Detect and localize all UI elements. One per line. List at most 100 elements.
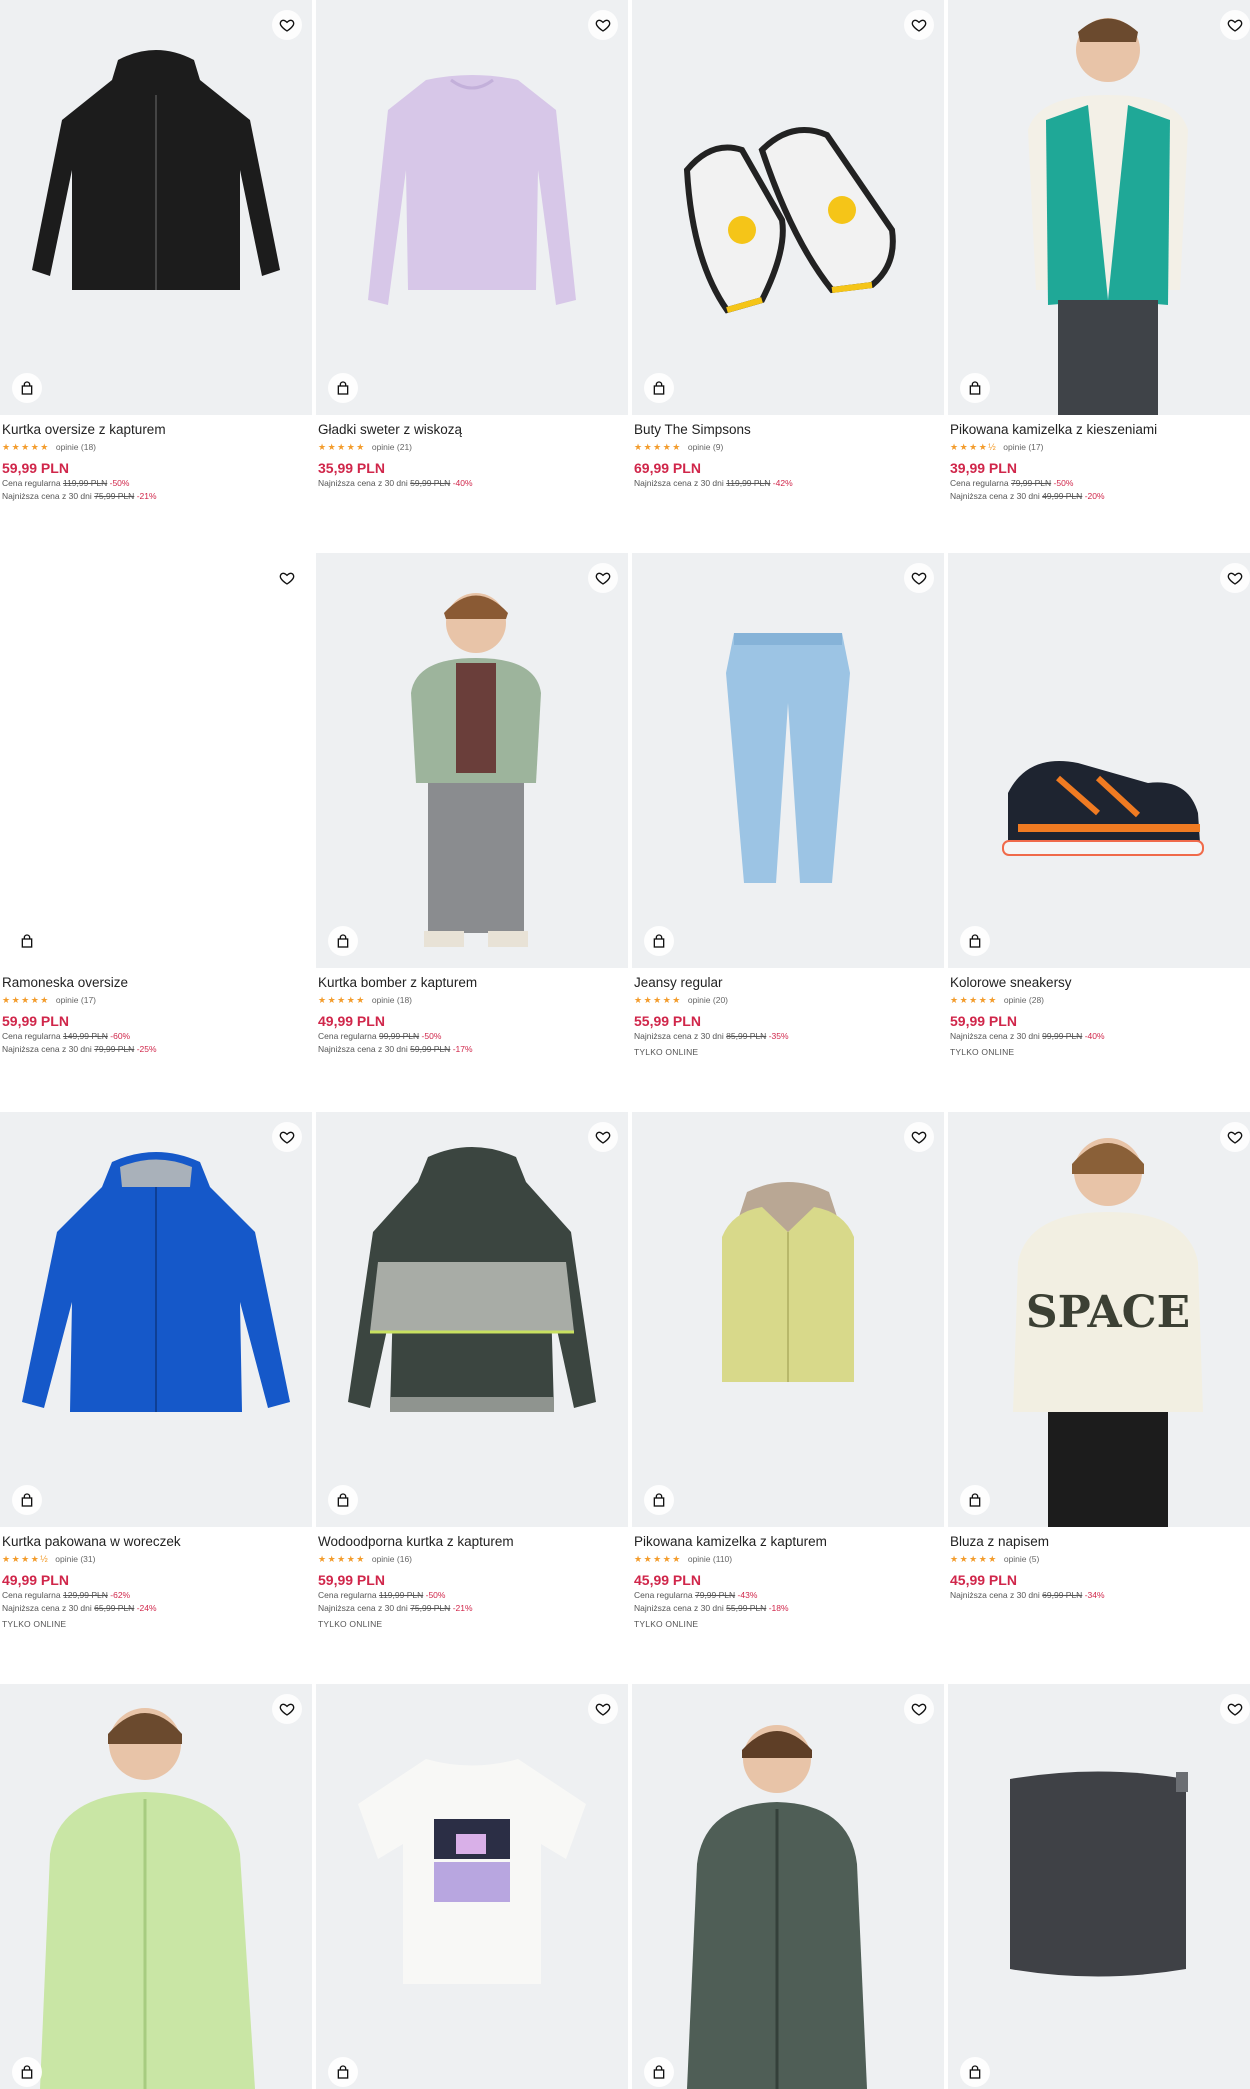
product-name[interactable]: Pikowana kamizelka z kapturem [634,1533,942,1551]
product-name[interactable]: Bluza z napisem [950,1533,1250,1551]
product-card[interactable] [316,1684,628,2089]
product-rating: ★★★★★ opinie (21) [318,440,626,454]
add-to-cart-bag-icon[interactable] [960,926,990,956]
wishlist-heart-icon[interactable] [1220,10,1250,40]
product-image[interactable] [316,0,628,415]
product-card[interactable]: Kurtka oversize z kapturem ★★★★★ opinie (… [0,0,312,503]
model-jacket-image [687,1725,867,2089]
wishlist-heart-icon[interactable] [904,1122,934,1152]
product-card[interactable]: Kolorowe sneakersy ★★★★★ opinie (28) 59,9… [948,553,1250,1058]
add-to-cart-bag-icon[interactable] [12,1485,42,1515]
sneakers-image [683,127,896,314]
product-card[interactable]: Jeansy regular ★★★★★ opinie (20) 55,99 PL… [632,553,944,1058]
product-image[interactable] [632,553,944,968]
review-count[interactable]: opinie (17) [56,993,96,1007]
product-image[interactable] [0,0,312,415]
add-to-cart-bag-icon[interactable] [328,373,358,403]
add-to-cart-bag-icon[interactable] [328,2057,358,2087]
add-to-cart-bag-icon[interactable] [644,1485,674,1515]
review-count[interactable]: opinie (31) [55,1552,95,1566]
wishlist-heart-icon[interactable] [904,563,934,593]
product-image[interactable] [316,1112,628,1527]
lowest-price-line: Najniższa cena z 30 dni 65,99 PLN -24% [2,1602,310,1615]
product-image[interactable] [316,553,628,968]
add-to-cart-bag-icon[interactable] [960,373,990,403]
product-card[interactable]: Buty The Simpsons ★★★★★ opinie (9) 69,99 … [632,0,944,490]
add-to-cart-bag-icon[interactable] [644,2057,674,2087]
regular-price-line: Cena regularna 79,99 PLN -43% [634,1589,942,1602]
wishlist-heart-icon[interactable] [272,1694,302,1724]
product-name[interactable]: Jeansy regular [634,974,942,992]
add-to-cart-bag-icon[interactable] [12,2057,42,2087]
sweater-image [368,75,576,305]
product-name[interactable]: Wodoodporna kurtka z kapturem [318,1533,626,1551]
product-name[interactable]: Pikowana kamizelka z kieszeniami [950,421,1250,439]
add-to-cart-bag-icon[interactable] [644,373,674,403]
wishlist-heart-icon[interactable] [1220,1694,1250,1724]
wishlist-heart-icon[interactable] [1220,563,1250,593]
product-card[interactable] [0,1684,312,2089]
add-to-cart-bag-icon[interactable] [960,2057,990,2087]
add-to-cart-bag-icon[interactable] [328,1485,358,1515]
wishlist-heart-icon[interactable] [588,1122,618,1152]
product-name[interactable]: Ramoneska oversize [2,974,310,992]
product-image[interactable] [632,1112,944,1527]
product-name[interactable]: Buty The Simpsons [634,421,942,439]
product-image[interactable] [632,1684,944,2089]
product-image[interactable] [948,0,1250,415]
wishlist-heart-icon[interactable] [272,1122,302,1152]
wishlist-heart-icon[interactable] [588,1694,618,1724]
product-card[interactable]: Kurtka bomber z kapturem ★★★★★ opinie (18… [316,553,628,1056]
add-to-cart-bag-icon[interactable] [644,926,674,956]
add-to-cart-bag-icon[interactable] [12,373,42,403]
product-image[interactable] [0,1112,312,1527]
product-name[interactable]: Gładki sweter z wiskozą [318,421,626,439]
review-count[interactable]: opinie (18) [372,993,412,1007]
wishlist-heart-icon[interactable] [588,10,618,40]
product-card[interactable]: Gładki sweter z wiskozą ★★★★★ opinie (21)… [316,0,628,490]
wishlist-heart-icon[interactable] [904,10,934,40]
product-card[interactable]: Kurtka pakowana w woreczek ★★★★½ opinie (… [0,1112,312,1630]
product-card[interactable] [632,1684,944,2089]
review-count[interactable]: opinie (9) [688,440,723,454]
product-card[interactable]: SPACE Bluza z napisem ★★★★★ opinie (5) 45… [948,1112,1250,1602]
review-count[interactable]: opinie (28) [1004,993,1044,1007]
wishlist-heart-icon[interactable] [272,563,302,593]
review-count[interactable]: opinie (5) [1004,1552,1039,1566]
product-card[interactable]: Wodoodporna kurtka z kapturem ★★★★★ opini… [316,1112,628,1630]
product-image[interactable] [316,1684,628,2089]
review-count[interactable]: opinie (16) [372,1552,412,1566]
lowest-discount: -17% [452,1044,473,1054]
product-card[interactable]: Pikowana kamizelka z kieszeniami ★★★★½ op… [948,0,1250,503]
product-image[interactable] [948,553,1250,968]
wishlist-heart-icon[interactable] [588,563,618,593]
product-image[interactable]: SPACE [948,1112,1250,1527]
review-count[interactable]: opinie (17) [1003,440,1043,454]
product-name[interactable]: Kurtka pakowana w woreczek [2,1533,310,1551]
product-image[interactable] [632,0,944,415]
review-count[interactable]: opinie (20) [688,993,728,1007]
product-info: Bluza z napisem ★★★★★ opinie (5) 45,99 PL… [948,1527,1250,1602]
wishlist-heart-icon[interactable] [904,1694,934,1724]
add-to-cart-bag-icon[interactable] [12,926,42,956]
regular-price-label: Cena regularna [2,1031,61,1041]
add-to-cart-bag-icon[interactable] [960,1485,990,1515]
regular-discount: -62% [110,1590,131,1600]
product-image[interactable] [0,1684,312,2089]
wishlist-heart-icon[interactable] [1220,1122,1250,1152]
review-count[interactable]: opinie (18) [56,440,96,454]
lowest-discount: -21% [452,1603,473,1613]
product-card[interactable] [948,1684,1250,2089]
neck-warmer-image [1010,1771,1188,1977]
product-card[interactable]: Ramoneska oversize ★★★★★ opinie (17) 59,9… [0,553,312,1056]
product-name[interactable]: Kolorowe sneakersy [950,974,1250,992]
product-name[interactable]: Kurtka bomber z kapturem [318,974,626,992]
add-to-cart-bag-icon[interactable] [328,926,358,956]
wishlist-heart-icon[interactable] [272,10,302,40]
review-count[interactable]: opinie (21) [372,440,412,454]
product-card[interactable]: Pikowana kamizelka z kapturem ★★★★★ opini… [632,1112,944,1630]
product-image[interactable] [0,553,312,968]
review-count[interactable]: opinie (110) [688,1552,732,1566]
product-name[interactable]: Kurtka oversize z kapturem [2,421,310,439]
product-image[interactable] [948,1684,1250,2089]
